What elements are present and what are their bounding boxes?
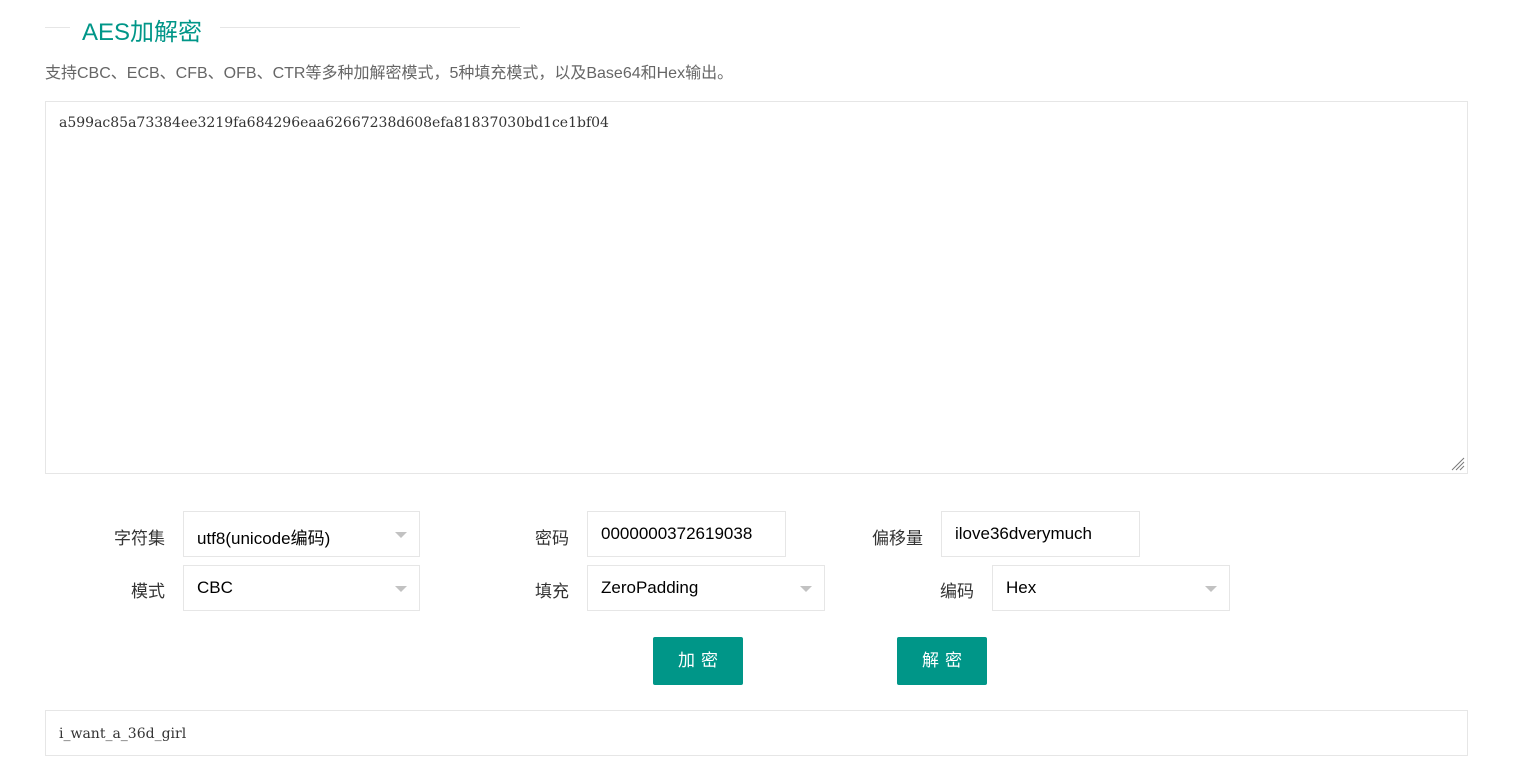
output-field[interactable]: i_want_a_36d_girl [45, 710, 1468, 756]
section-header: AES加解密 [45, 10, 520, 46]
password-value: 0000000372619038 [601, 524, 753, 543]
padding-label: 填充 [535, 582, 569, 601]
encoding-label: 编码 [940, 582, 974, 601]
mode-value: CBC [197, 578, 233, 597]
resize-handle-icon[interactable] [1449, 455, 1465, 471]
chevron-down-icon [395, 532, 407, 538]
padding-select[interactable]: ZeroPadding [587, 565, 825, 611]
chevron-down-icon [395, 586, 407, 592]
offset-label: 偏移量 [872, 529, 923, 548]
chevron-down-icon [800, 586, 812, 592]
header-divider-right [220, 27, 520, 28]
encoding-value: Hex [1006, 578, 1037, 597]
input-textarea[interactable]: a599ac85a73384ee3219fa684296eaa62667238d… [45, 101, 1468, 474]
input-text: a599ac85a73384ee3219fa684296eaa62667238d… [59, 115, 609, 131]
password-label: 密码 [535, 529, 569, 548]
charset-select[interactable]: utf8(unicode编码) [183, 511, 420, 557]
offset-input[interactable]: ilove36dverymuch [941, 511, 1140, 557]
encoding-select[interactable]: Hex [992, 565, 1230, 611]
header-divider-left [45, 27, 70, 28]
page-title: AES加解密 [82, 19, 203, 46]
page-description: 支持CBC、ECB、CFB、OFB、CTR等多种加解密模式，5种填充模式，以及B… [45, 65, 734, 82]
offset-value: ilove36dverymuch [955, 524, 1093, 543]
chevron-down-icon [1205, 586, 1217, 592]
decrypt-button[interactable]: 解密 [897, 637, 987, 685]
padding-value: ZeroPadding [601, 578, 699, 597]
output-text: i_want_a_36d_girl [59, 726, 187, 742]
password-input[interactable]: 0000000372619038 [587, 511, 786, 557]
mode-select[interactable]: CBC [183, 565, 420, 611]
charset-label: 字符集 [114, 529, 165, 548]
encrypt-button[interactable]: 加密 [653, 637, 743, 685]
charset-value: utf8(unicode编码) [197, 529, 331, 548]
mode-label: 模式 [131, 582, 165, 601]
